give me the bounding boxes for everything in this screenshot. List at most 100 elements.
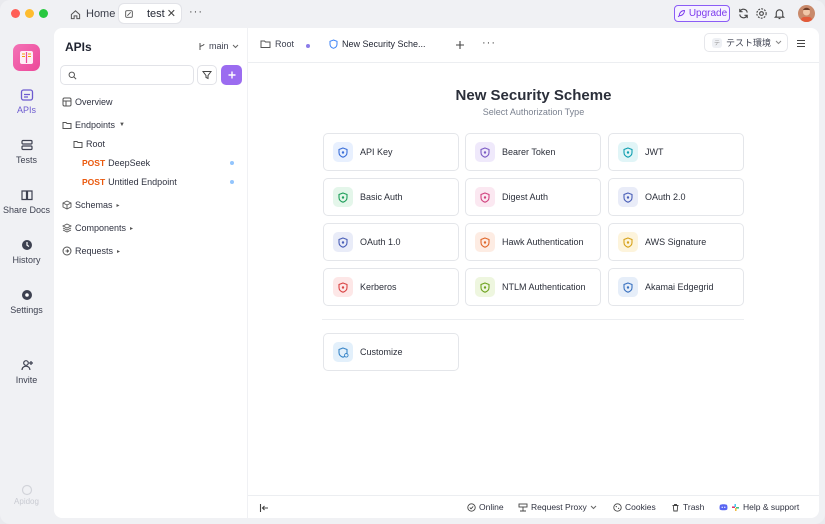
environment-select[interactable]: テ テスト環境 — [704, 33, 788, 52]
tab-more-icon[interactable]: ··· — [482, 37, 496, 49]
auth-card-label: Bearer Token — [502, 147, 556, 157]
maximize-window-button[interactable] — [39, 9, 48, 18]
sync-icon[interactable] — [737, 7, 750, 20]
tab-test[interactable]: test ✕ — [119, 4, 181, 23]
tree-item-requests[interactable]: Requests ▸ — [54, 243, 247, 259]
auth-card-bearer-token[interactable]: Bearer Token — [465, 133, 601, 171]
auth-card-label: Kerberos — [360, 282, 397, 292]
auth-card-label: JWT — [645, 147, 664, 157]
tests-icon — [20, 139, 33, 151]
request-proxy-select[interactable]: Request Proxy — [518, 502, 597, 512]
tab-divider — [248, 62, 819, 63]
collapse-sidebar-icon[interactable] — [259, 503, 269, 513]
online-status[interactable]: Online — [467, 502, 504, 512]
auth-card-customize[interactable]: Customize — [323, 333, 459, 371]
auth-card-akamai[interactable]: Akamai Edgegrid — [608, 268, 744, 306]
rail-item-history-label: History — [12, 255, 41, 265]
tree-item-endpoints-label: Endpoints — [75, 120, 116, 130]
rail-item-invite[interactable]: Invite — [0, 358, 53, 385]
page-subtitle: Select Authorization Type — [482, 107, 585, 117]
online-label: Online — [479, 502, 504, 512]
cookies-label: Cookies — [625, 502, 656, 512]
auth-card-label: OAuth 1.0 — [360, 237, 401, 247]
tree-item-overview[interactable]: Overview — [54, 94, 247, 110]
auth-card-hawk[interactable]: Hawk Authentication — [465, 223, 601, 261]
cookies-button[interactable]: Cookies — [613, 502, 656, 512]
rail-item-tests[interactable]: Tests — [0, 138, 53, 165]
auth-card-basic-auth[interactable]: Basic Auth — [323, 178, 459, 216]
auth-card-aws-signature[interactable]: AWS Signature — [608, 223, 744, 261]
more-tabs-icon[interactable]: ··· — [189, 6, 203, 18]
rail-item-share-docs[interactable]: Share Docs — [0, 188, 53, 215]
auth-card-ntlm[interactable]: NTLM Authentication — [465, 268, 601, 306]
rail-item-settings-label: Settings — [10, 305, 43, 315]
endpoint-name: DeepSeek — [108, 158, 151, 168]
rail-item-invite-label: Invite — [15, 375, 38, 385]
branch-selector[interactable]: main — [198, 41, 239, 51]
help-support-label: Help & support — [743, 502, 800, 512]
gear-icon[interactable] — [755, 7, 768, 20]
tree-item-requests-label: Requests — [75, 246, 114, 256]
environment-label: テスト環境 — [726, 38, 772, 48]
tab-home-label: Home — [86, 8, 116, 20]
auth-card-label: Customize — [360, 347, 403, 357]
api-sidebar: APIs main Overview Endpoints ▼ Root POST… — [54, 28, 247, 518]
new-tab-plus-icon[interactable] — [455, 40, 465, 50]
bell-icon[interactable] — [773, 7, 786, 20]
rail-item-settings[interactable]: Settings — [0, 288, 53, 315]
auth-card-label: NTLM Authentication — [502, 282, 586, 292]
tab-new-security-scheme[interactable]: New Security Sche... — [329, 39, 426, 49]
auth-card-api-key[interactable]: API Key — [323, 133, 459, 171]
tree-item-root[interactable]: Root — [54, 136, 247, 152]
tree-item-components[interactable]: Components ▸ — [54, 220, 247, 236]
shield-icon — [475, 187, 495, 207]
add-button[interactable] — [221, 65, 242, 85]
auth-card-label: Digest Auth — [502, 192, 549, 202]
folder-icon — [73, 141, 83, 148]
filter-button[interactable] — [197, 65, 217, 85]
tree-item-schemas[interactable]: Schemas ▸ — [54, 197, 247, 213]
search-input[interactable] — [60, 65, 194, 85]
chevron-down-icon — [590, 505, 597, 509]
sidebar-title: APIs — [65, 40, 92, 54]
upgrade-button[interactable]: Upgrade — [674, 5, 730, 22]
tree-item-endpoints[interactable]: Endpoints ▼ — [54, 117, 247, 133]
rail-item-history[interactable]: History — [0, 238, 53, 265]
trash-button[interactable]: Trash — [671, 502, 704, 512]
folder-icon — [260, 40, 271, 48]
rail-item-apis[interactable]: APIs — [0, 88, 53, 115]
shield-icon — [329, 39, 338, 49]
minimize-window-button[interactable] — [25, 9, 34, 18]
overview-icon — [62, 97, 72, 107]
tab-home[interactable]: Home — [70, 5, 115, 23]
tree-item-endpoint[interactable]: POST Untitled Endpoint — [54, 174, 247, 190]
auth-card-oauth1[interactable]: OAuth 1.0 — [323, 223, 459, 261]
app-logo[interactable] — [13, 44, 40, 71]
method-badge: POST — [82, 158, 106, 168]
tab-new-security-scheme-label: New Security Sche... — [342, 39, 426, 49]
auth-card-label: AWS Signature — [645, 237, 707, 247]
close-window-button[interactable] — [11, 9, 20, 18]
book-logo-icon — [20, 51, 33, 64]
upgrade-label: Upgrade — [688, 8, 728, 19]
endpoint-name: Untitled Endpoint — [108, 177, 177, 187]
project-icon — [125, 9, 133, 18]
auth-card-label: OAuth 2.0 — [645, 192, 686, 202]
caret-down-icon: ▼ — [119, 122, 125, 128]
auth-card-jwt[interactable]: JWT — [608, 133, 744, 171]
layers-icon — [62, 223, 72, 233]
auth-card-oauth2[interactable]: OAuth 2.0 — [608, 178, 744, 216]
tree-item-endpoint[interactable]: POST DeepSeek — [54, 155, 247, 171]
auth-card-digest-auth[interactable]: Digest Auth — [465, 178, 601, 216]
auth-card-kerberos[interactable]: Kerberos — [323, 268, 459, 306]
menu-icon[interactable] — [796, 39, 806, 48]
brand-icon — [21, 484, 32, 496]
close-tab-icon[interactable]: ✕ — [167, 7, 176, 20]
tab-root[interactable]: Root — [260, 39, 294, 49]
avatar[interactable] — [798, 5, 815, 22]
shield-icon — [475, 232, 495, 252]
shield-icon — [333, 142, 353, 162]
shield-icon — [333, 187, 353, 207]
status-dot — [230, 180, 234, 184]
help-support-button[interactable]: Help & support — [719, 502, 799, 512]
